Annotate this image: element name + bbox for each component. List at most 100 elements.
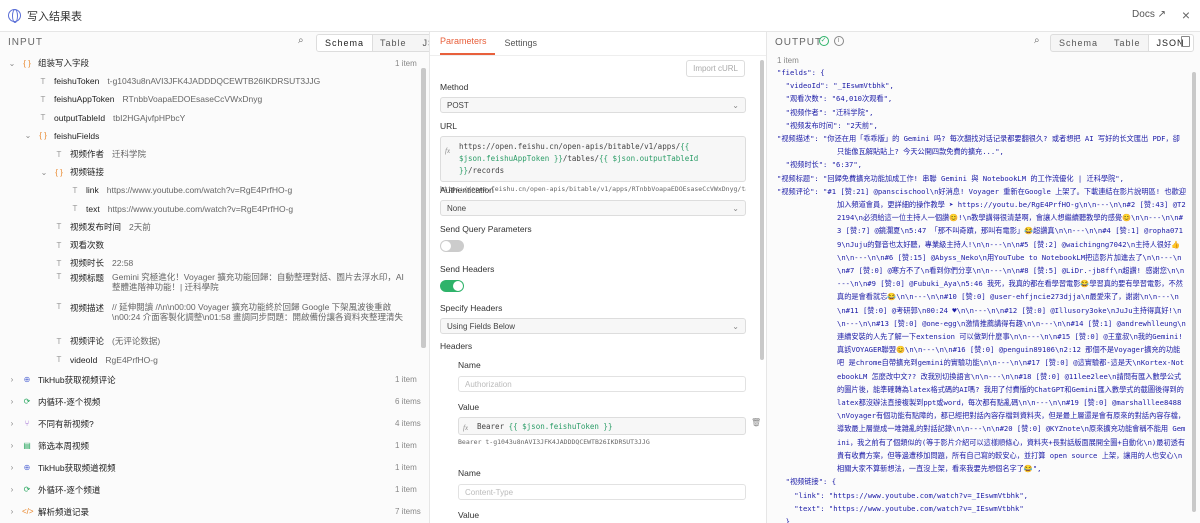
search-icon[interactable]: ⌕ xyxy=(298,35,305,46)
specify-headers-select[interactable]: Using Fields Below ⌄ xyxy=(440,318,746,334)
schema-field-row[interactable]: ⌄ { } feishuFields xyxy=(0,127,107,145)
output-scrollbar[interactable] xyxy=(1192,72,1196,512)
schema-field-row[interactable]: T 视频评论 (无评论数据) xyxy=(0,332,161,350)
schema-field-row[interactable]: TfeishuToken t-g1043u8nAVI3JFK4JADDDQCEWT… xyxy=(0,72,321,90)
schema-field-row[interactable]: ⌄ { } 组装写入字段 1 item xyxy=(0,54,417,72)
input-view-json[interactable]: JSON xyxy=(415,35,429,51)
headers-section: Headers xyxy=(440,341,746,351)
url-part: /records xyxy=(468,166,505,175)
json-line: "videoId": "_IEswmVtbhk", xyxy=(777,81,894,91)
auth-select[interactable]: None ⌄ xyxy=(440,200,746,216)
schema-field-row[interactable]: T 观看次数 xyxy=(0,236,112,254)
schema-field-row[interactable]: Ttext https://www.youtube.com/watch?v=RgE… xyxy=(0,200,294,218)
value-part: Bearer xyxy=(477,422,509,431)
close-icon[interactable]: × xyxy=(1182,7,1190,23)
search-icon[interactable]: ⌕ xyxy=(1034,35,1041,46)
chevron-down-icon[interactable]: ⌄ xyxy=(24,131,32,140)
field-key: outputTableId xyxy=(54,112,106,123)
param-scrollbar[interactable] xyxy=(760,60,764,360)
send-headers-field: Send Headers xyxy=(440,264,746,292)
input-scrollbar[interactable] xyxy=(421,68,426,348)
chevron-right-icon[interactable]: › xyxy=(8,375,16,384)
import-curl-button[interactable]: Import cURL xyxy=(686,60,745,77)
chevron-down-icon[interactable]: ⌄ xyxy=(8,59,16,68)
field-key: 组装写入字段 xyxy=(38,58,90,69)
field-value: https://www.youtube.com/watch?v=RgE4PrfH… xyxy=(106,185,293,196)
field-value: t-g1043u8nAVI3JFK4JADDDQCEWTB26IKDRSUT3J… xyxy=(107,76,321,87)
output-view-schema[interactable]: Schema xyxy=(1051,35,1106,51)
header-name-label: Name xyxy=(458,468,481,478)
item-count: 7 items xyxy=(395,507,421,517)
chevron-right-icon[interactable]: › xyxy=(8,397,16,406)
field-value: 22:58 xyxy=(112,258,134,269)
chevron-right-icon[interactable]: › xyxy=(8,485,16,494)
expression-icon: fx xyxy=(445,147,451,155)
method-label: Method xyxy=(440,82,469,92)
method-select[interactable]: POST ⌄ xyxy=(440,97,746,113)
text-icon: T xyxy=(56,149,62,159)
input-view-table[interactable]: Table xyxy=(372,35,415,51)
chevron-right-icon[interactable]: › xyxy=(8,419,16,428)
input-panel: INPUT ⌕ Schema Table JSON ⌄ { } 组装写入字段 1 it… xyxy=(0,32,430,523)
item-count: 1 item xyxy=(395,485,417,495)
send-headers-toggle[interactable] xyxy=(440,280,464,292)
field-key: 视频描述 xyxy=(70,303,105,314)
input-node-row[interactable]: › ⑂ 不同有新视频? 4 items xyxy=(0,413,421,435)
schema-field-row[interactable]: TvideoId RgE4PrfHO-g xyxy=(0,351,158,369)
text-icon: T xyxy=(56,355,62,365)
output-header: OUTPUT ✓ i ⌕ Schema Table JSON xyxy=(767,32,1200,52)
json-line: "视频评论": "#1 [赞:21] @panscischool\n好消息! V… xyxy=(777,186,1186,474)
header-name-input[interactable]: Content-Type xyxy=(458,484,746,500)
chevron-down-icon: ⌄ xyxy=(732,203,739,213)
json-line: "视频描述": "你还在用「乖乖版」的 Gemini 吗? 每次翻找对话记录都要… xyxy=(777,134,1180,157)
schema-field-row[interactable]: ⌄ { } 视频链接 xyxy=(0,163,112,181)
schema-field-row[interactable]: T 视频发布时间 2天前 xyxy=(0,218,151,236)
input-node-row[interactable]: › </> 解析频道记录 7 items xyxy=(0,501,421,523)
url-expression-input[interactable]: fx https://open.feishu.cn/open-apis/bita… xyxy=(440,136,746,182)
text-icon: T xyxy=(56,302,62,312)
schema-field-row[interactable]: TfeishuAppToken RTnbbVoapaEDOEsaseCcVWxDn… xyxy=(0,90,263,108)
loop-icon: ⟳ xyxy=(23,485,31,495)
field-key: text xyxy=(86,203,100,214)
input-view-schema[interactable]: Schema xyxy=(317,35,373,51)
header-name-input[interactable]: Authorization xyxy=(458,376,746,392)
field-key: 观看次数 xyxy=(70,240,105,251)
trash-icon[interactable]: 🗑 xyxy=(751,418,761,427)
field-key: 视频评论 xyxy=(70,336,105,347)
success-check-icon: ✓ xyxy=(819,36,829,46)
schema-field-row[interactable]: ToutputTableId tbI2HGAjvfpHPbcY xyxy=(0,109,186,127)
input-node-row[interactable]: › ⊕ TikHub获取频道视频 1 item xyxy=(0,457,417,479)
tab-settings[interactable]: Settings xyxy=(505,38,546,55)
input-node-row[interactable]: › ⟳ 外循环-逐个频道 1 item xyxy=(0,479,417,501)
send-headers-label: Send Headers xyxy=(440,264,495,274)
chevron-right-icon[interactable]: › xyxy=(8,463,16,472)
schema-field-row[interactable]: T 视频描述 // 延伸閱讀 //\n\n00:00 Voyager 擴充功能終於回… xyxy=(0,302,410,332)
output-count: 1 item xyxy=(777,56,799,65)
node-title[interactable]: 写入结果表 xyxy=(27,8,82,24)
json-line: "视频链接": { xyxy=(777,477,837,487)
chevron-down-icon[interactable]: ⌄ xyxy=(40,168,48,177)
field-key: 内循环-逐个视频 xyxy=(38,396,101,407)
schema-field-row[interactable]: T 视频标题 Gemini 究極進化！Voyager 擴充功能回歸：自動整理對話、圖… xyxy=(0,272,410,302)
input-node-row[interactable]: › ⊕ TikHub获取视频评论 1 item xyxy=(0,369,417,391)
chevron-right-icon[interactable]: › xyxy=(8,441,16,450)
input-title: INPUT xyxy=(8,37,43,48)
field-value: 2天前 xyxy=(129,221,151,232)
tab-parameters[interactable]: Parameters xyxy=(440,36,495,55)
field-value: // 延伸閱讀 //\n\n00:00 Voyager 擴充功能終於回歸 Goo… xyxy=(112,302,403,323)
schema-field-row[interactable]: T 视频作者 迁科学院 xyxy=(0,145,146,163)
copy-icon[interactable] xyxy=(1181,36,1190,47)
field-value: tbI2HGAjvfpHPbcY xyxy=(113,112,186,123)
output-view-table[interactable]: Table xyxy=(1106,35,1149,51)
info-icon[interactable]: i xyxy=(834,36,844,46)
input-view-switch: Schema Table JSON xyxy=(316,34,429,52)
input-node-row[interactable]: › ▤ 筛选本周视频 1 item xyxy=(0,435,417,457)
schema-field-row[interactable]: Tlink https://www.youtube.com/watch?v=RgE… xyxy=(0,181,293,199)
send-query-toggle[interactable] xyxy=(440,240,464,252)
input-node-row[interactable]: › ⟳ 内循环-逐个视频 6 items xyxy=(0,391,421,413)
header-value-input[interactable]: fx Bearer {{ $json.feishuToken }} xyxy=(458,417,746,435)
schema-field-row[interactable]: T 视频时长 22:58 xyxy=(0,254,134,272)
chevron-right-icon[interactable]: › xyxy=(8,507,16,516)
docs-link[interactable]: Docs ↗ xyxy=(1132,9,1166,20)
send-query-label: Send Query Parameters xyxy=(440,224,532,234)
